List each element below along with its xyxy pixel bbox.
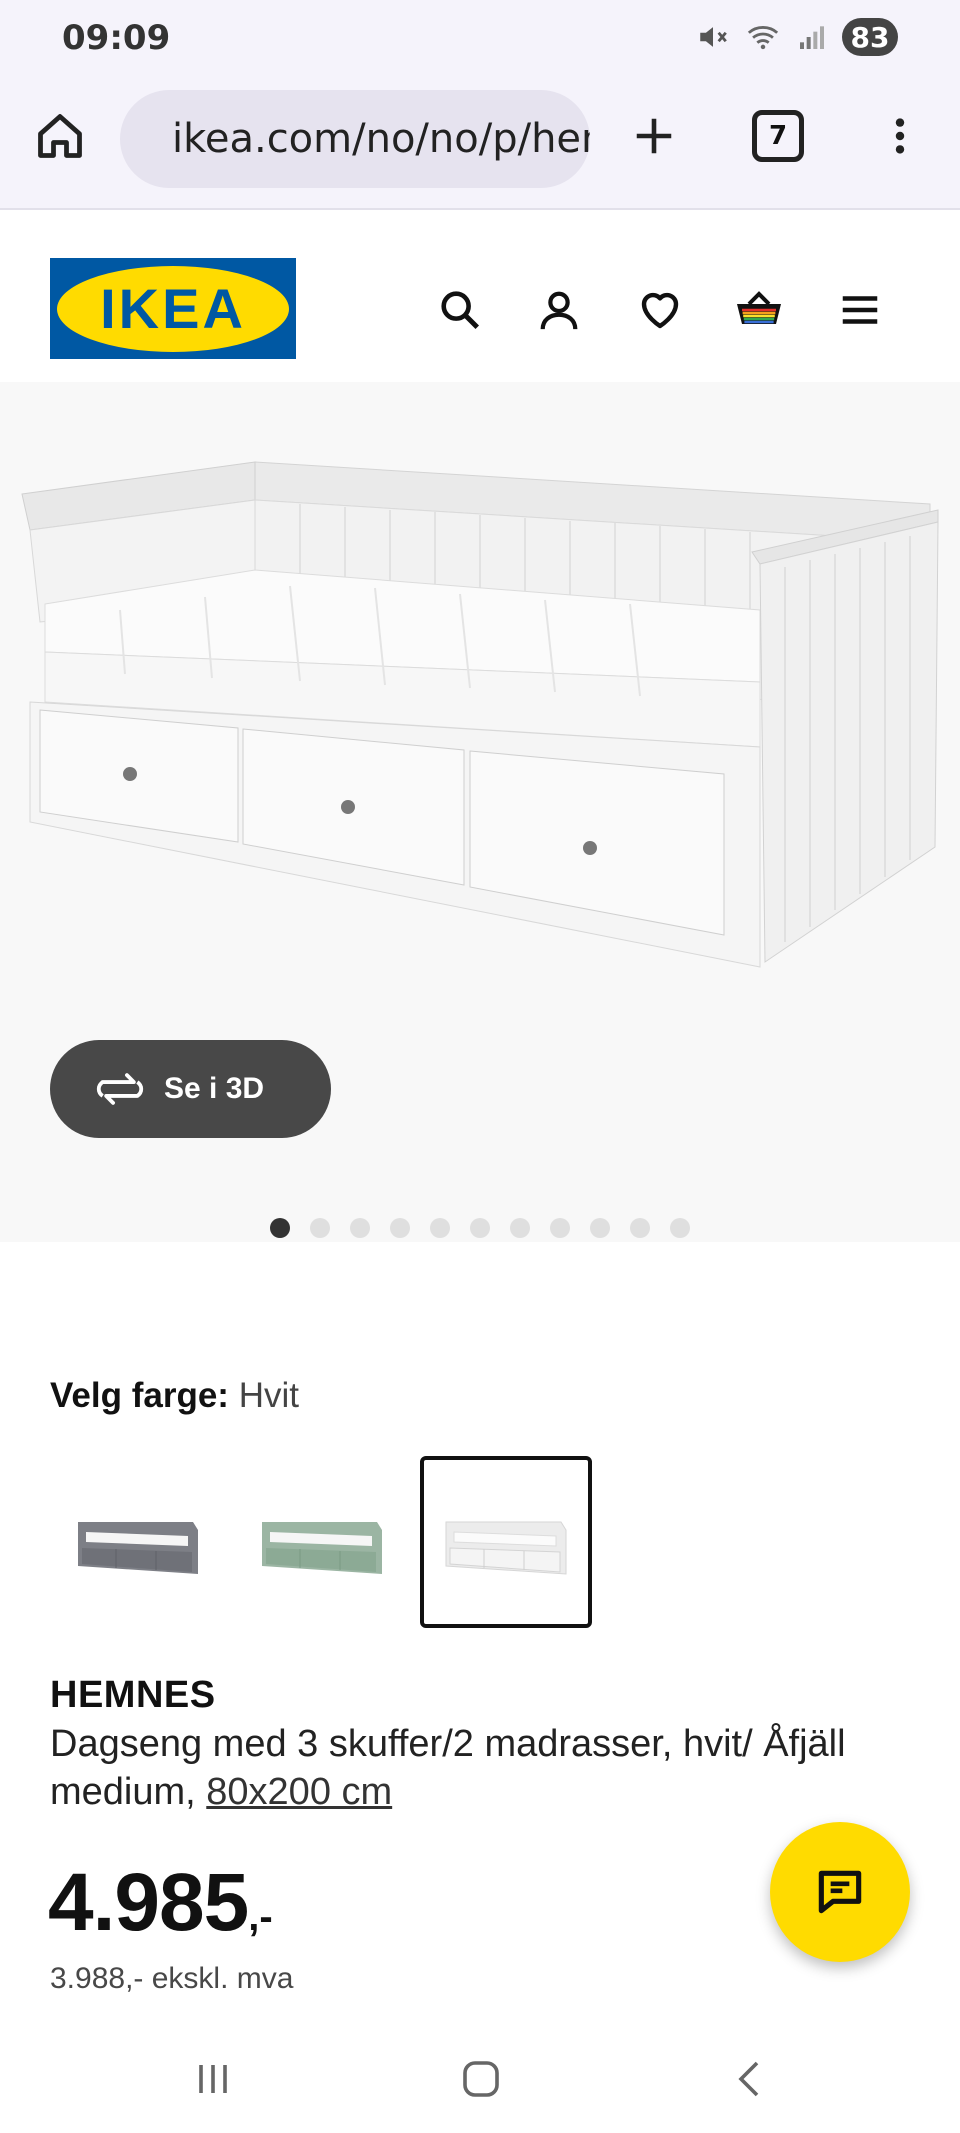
url-text: ikea.com/no/no/p/hemnes bbox=[172, 116, 590, 162]
account-button[interactable] bbox=[531, 282, 587, 338]
color-swatch-green[interactable] bbox=[236, 1456, 408, 1628]
browser-menu-button[interactable] bbox=[870, 106, 930, 166]
home-nav-icon bbox=[463, 2061, 499, 2097]
recents-icon bbox=[199, 2065, 227, 2093]
rotate-3d-icon bbox=[96, 1073, 144, 1105]
gallery-pagination bbox=[0, 1218, 960, 1238]
price: 4.985 ,- bbox=[48, 1856, 273, 1950]
signal-icon bbox=[800, 26, 824, 49]
gallery-dot[interactable] bbox=[310, 1218, 330, 1238]
new-tab-button[interactable] bbox=[624, 106, 684, 166]
price-suffix: ,- bbox=[248, 1895, 273, 1939]
price-amount: 4.985 bbox=[48, 1857, 249, 1948]
logo-ellipse: IKEA bbox=[57, 265, 289, 352]
basket-button[interactable] bbox=[731, 282, 787, 338]
daybed-thumbnail-white bbox=[445, 1521, 567, 1575]
status-icons: 83 bbox=[696, 18, 898, 56]
gallery-dot[interactable] bbox=[430, 1218, 450, 1238]
basket-icon bbox=[737, 291, 781, 324]
gallery-dot[interactable] bbox=[670, 1218, 690, 1238]
color-swatch-white[interactable] bbox=[420, 1456, 592, 1628]
gallery-dot[interactable] bbox=[630, 1218, 650, 1238]
product-description: Dagseng med 3 skuffer/2 madrasser, hvit/… bbox=[50, 1720, 870, 1816]
view-3d-button[interactable]: Se i 3D bbox=[50, 1040, 331, 1138]
status-bar: 09:09 83 bbox=[0, 0, 960, 78]
site-header: IKEA bbox=[0, 212, 960, 382]
product-name: HEMNES bbox=[50, 1674, 216, 1716]
product-description-text: Dagseng med 3 skuffer/2 madrasser, hvit/… bbox=[50, 1723, 846, 1813]
status-time: 09:09 bbox=[62, 18, 171, 58]
browser-home-button[interactable] bbox=[30, 106, 90, 166]
color-swatch-grey[interactable] bbox=[52, 1456, 224, 1628]
mute-icon bbox=[700, 27, 727, 47]
daybed-thumbnail-green bbox=[262, 1522, 382, 1574]
recents-button[interactable] bbox=[178, 2044, 248, 2114]
color-value: Hvit bbox=[238, 1376, 299, 1415]
back-button[interactable] bbox=[716, 2044, 786, 2114]
gallery-dot[interactable] bbox=[350, 1218, 370, 1238]
home-nav-button[interactable] bbox=[446, 2044, 516, 2114]
gallery-dot[interactable] bbox=[550, 1218, 570, 1238]
search-button[interactable] bbox=[432, 282, 488, 338]
daybed-thumbnail-grey bbox=[78, 1522, 198, 1574]
hamburger-menu-icon bbox=[842, 296, 878, 324]
favourites-button[interactable] bbox=[632, 282, 688, 338]
chat-icon bbox=[818, 1870, 862, 1914]
gallery-dot[interactable] bbox=[510, 1218, 530, 1238]
tab-switcher[interactable]: 7 bbox=[752, 110, 804, 162]
new-tab-icon bbox=[636, 118, 672, 154]
gallery-dot[interactable] bbox=[590, 1218, 610, 1238]
back-icon bbox=[738, 2061, 759, 2097]
system-nav-bar bbox=[0, 2020, 960, 2133]
color-label: Velg farge: bbox=[50, 1376, 229, 1415]
color-heading: Velg farge: Hvit bbox=[50, 1376, 299, 1416]
more-vert-icon bbox=[895, 118, 905, 154]
gallery-dot[interactable] bbox=[470, 1218, 490, 1238]
view-3d-label: Se i 3D bbox=[164, 1072, 265, 1105]
ikea-logo[interactable]: IKEA bbox=[50, 258, 296, 359]
wifi-icon bbox=[747, 26, 779, 50]
daybed-illustration bbox=[21, 461, 939, 968]
account-icon bbox=[540, 291, 578, 330]
battery-badge: 83 bbox=[842, 18, 898, 56]
size-link[interactable]: 80x200 cm bbox=[206, 1771, 392, 1813]
gallery-dot[interactable] bbox=[270, 1218, 290, 1238]
search-icon bbox=[441, 291, 480, 330]
home-icon bbox=[38, 114, 82, 158]
price-ex-vat: 3.988,- ekskl. mva bbox=[50, 1962, 294, 1995]
main-menu-button[interactable] bbox=[832, 282, 888, 338]
heart-icon bbox=[641, 292, 679, 329]
gallery-dot[interactable] bbox=[390, 1218, 410, 1238]
address-bar[interactable]: ikea.com/no/no/p/hemnes bbox=[120, 90, 590, 188]
browser-toolbar: ikea.com/no/no/p/hemnes 7 bbox=[0, 78, 960, 210]
chat-button[interactable] bbox=[770, 1822, 910, 1962]
logo-text: IKEA bbox=[100, 277, 246, 340]
